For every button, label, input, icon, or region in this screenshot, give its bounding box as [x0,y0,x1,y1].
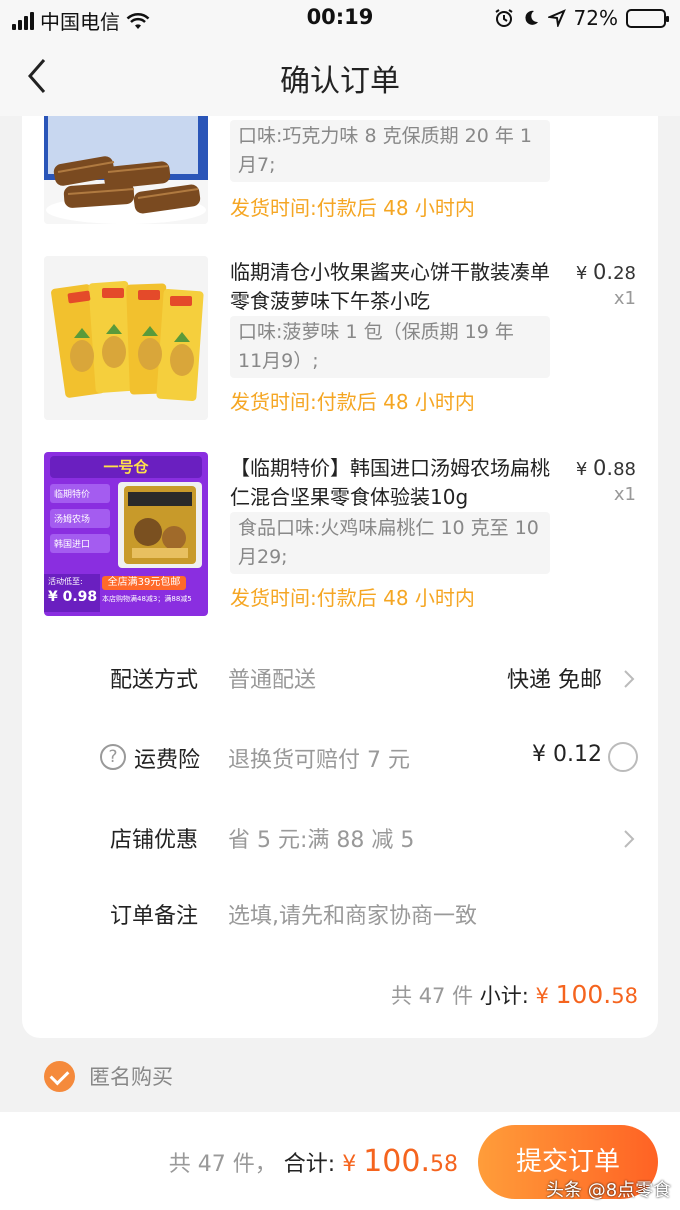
product-2-image[interactable] [44,256,208,420]
product-2-attribute: 口味:菠萝味 1 包（保质期 19 年 11月9）; [230,316,550,378]
product-2-name[interactable]: 临期清仓小牧果酱夹心饼干散装凑单零食菠萝味下午茶小吃 [230,258,550,316]
product-1-shipping: 发货时间:付款后 48 小时内 [230,196,475,220]
product-3-price: ¥ 0.88 [575,456,636,480]
product-3-shipping: 发货时间:付款后 48 小时内 [230,586,475,610]
order-card: 口味:巧克力味 8 克保质期 20 年 1月7; 发货时间:付款后 48 小时内… [22,116,658,1038]
insurance-label: 运费险 [134,748,201,773]
insurance-row: ? 运费险 退换货可赔付 7 元 ¥ 0.12 [22,728,658,788]
thumb-tag: 韩国进口 [50,534,110,553]
order-total: 共 47 件， 合计: ¥ 100.58 [169,1144,458,1179]
subtotal-label: 小计: [479,984,529,1008]
discount-label: 店铺优惠 [110,828,199,853]
product-3-attribute: 食品口味:火鸡味扁桃仁 10 克至 10月29; [230,512,550,574]
subtotal: 共 47 件 小计: ¥ 100.58 [391,980,638,1010]
remark-label: 订单备注 [110,904,199,929]
battery-icon [626,8,669,28]
alarm-icon [494,9,513,27]
status-bar: 中国电信 00:19 72% [0,0,680,36]
thumb-promo-banner: 全店满39元包邮 [102,576,186,590]
product-1-attribute: 口味:巧克力味 8 克保质期 20 年 1月7; [230,120,550,182]
insurance-price: ¥ 0.12 [532,742,602,767]
thumb-promo-price: 活动低至: ¥ 0.98 [44,574,100,612]
product-1-image[interactable] [44,116,208,224]
total-label: 合计: [283,1152,336,1177]
store-discount-row[interactable]: 店铺优惠 省 5 元:满 88 减 5 [22,808,658,868]
subtotal-amount: ¥ 100.58 [535,980,638,1009]
insurance-value: 退换货可赔付 7 元 [228,748,410,773]
thumb-tags: 临期特价 汤姆农场 韩国进口 [50,484,110,553]
product-3-quantity: x1 [613,484,636,505]
chevron-right-icon [624,830,635,848]
status-right: 72% [494,6,669,30]
anonymous-label: 匿名购买 [89,1065,173,1089]
insurance-radio[interactable] [608,742,638,772]
delivery-method: 快递 免邮 [507,668,602,693]
discount-value: 省 5 元:满 88 减 5 [228,828,415,853]
delivery-label: 配送方式 [110,668,199,693]
chevron-right-icon [624,670,635,688]
remark-input[interactable]: 选填,请先和商家协商一致 [228,898,477,930]
thumb-tag: 汤姆农场 [50,509,110,528]
delivery-row[interactable]: 配送方式 普通配送 快递 免邮 [22,648,658,708]
total-amount: ¥ 100.58 [342,1144,458,1179]
thumb-promo-sub: 本店购物满48减3；满88减5 [102,595,192,603]
delivery-value: 普通配送 [228,668,317,693]
help-icon[interactable]: ? [100,744,126,770]
subtotal-count: 共 47 件 [391,984,474,1008]
product-2-price: ¥ 0.28 [575,260,636,284]
total-count: 共 47 件， [168,1152,277,1177]
nav-bar: 确认订单 [0,36,680,116]
watermark: 头条 @8点零食 [546,1180,672,1201]
location-icon [547,9,566,27]
checkmark-icon[interactable] [44,1060,75,1092]
product-3-image[interactable]: 一号仓 临期特价 汤姆农场 韩国进口 活动低至: ¥ 0.98 全店满39元包邮… [44,452,208,616]
product-2-shipping: 发货时间:付款后 48 小时内 [230,390,475,414]
order-remark-row[interactable]: 订单备注 选填,请先和商家协商一致 [22,884,658,944]
battery-percent: 72% [573,6,618,30]
product-2-quantity: x1 [613,288,636,309]
anonymous-purchase[interactable]: 匿名购买 [44,1060,173,1092]
moon-icon [524,10,538,25]
page-title: 确认订单 [280,64,400,99]
thumb-brand: 一号仓 [50,456,202,478]
thumb-tag: 临期特价 [50,484,110,503]
product-3-name[interactable]: 【临期特价】韩国进口汤姆农场扁桃仁混合坚果零食体验装10g [230,454,550,512]
thumb-product-bag [118,482,202,568]
